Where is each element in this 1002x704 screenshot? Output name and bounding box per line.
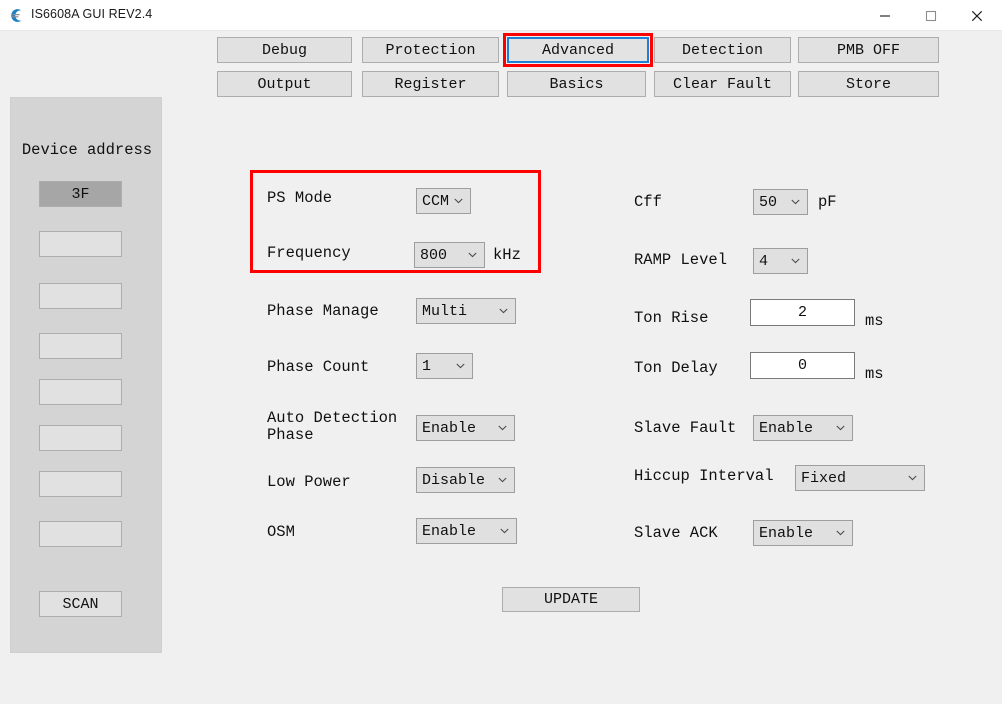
device-address-item-3[interactable] (39, 333, 122, 359)
label-ramp-level: RAMP Level (634, 251, 728, 269)
device-address-title: Device address (21, 141, 153, 159)
label-low-power: Low Power (267, 473, 351, 491)
device-address-item-6[interactable] (39, 471, 122, 497)
chevron-down-icon (464, 252, 480, 258)
title-bar: IS6608A GUI REV2.4 (0, 0, 1002, 31)
select-auto-detection-phase-value: Enable (422, 419, 477, 437)
select-osm-value: Enable (422, 522, 477, 540)
select-auto-detection-phase[interactable]: Enable (416, 415, 515, 441)
tab-clear-fault[interactable]: Clear Fault (654, 71, 791, 97)
close-button[interactable] (956, 0, 1002, 30)
label-slave-fault: Slave Fault (634, 419, 737, 437)
close-icon (971, 10, 983, 22)
device-address-sidebar: Device address 3F SCAN (10, 97, 162, 653)
device-address-item-4[interactable] (39, 379, 122, 405)
label-slave-ack: Slave ACK (634, 524, 718, 542)
label-ton-rise: Ton Rise (634, 309, 709, 327)
window-title: IS6608A GUI REV2.4 (31, 7, 153, 21)
select-cff[interactable]: 50 (753, 189, 808, 215)
select-ramp-level-value: 4 (759, 252, 769, 270)
chevron-down-icon (452, 363, 468, 369)
label-phase-manage: Phase Manage (267, 302, 379, 320)
select-hiccup-interval-value: Fixed (801, 469, 847, 487)
tab-basics[interactable]: Basics (507, 71, 646, 97)
label-auto-detection-phase: Auto Detection Phase (267, 409, 398, 444)
select-low-power[interactable]: Disable (416, 467, 515, 493)
label-ton-delay: Ton Delay (634, 359, 718, 377)
unit-ton-delay: ms (865, 365, 884, 383)
tab-detection[interactable]: Detection (654, 37, 791, 63)
input-ton-delay[interactable]: 0 (750, 352, 855, 379)
chevron-down-icon (832, 530, 848, 536)
tab-output[interactable]: Output (217, 71, 352, 97)
device-address-item-5[interactable] (39, 425, 122, 451)
select-hiccup-interval[interactable]: Fixed (795, 465, 925, 491)
scan-button[interactable]: SCAN (39, 591, 122, 617)
select-phase-manage[interactable]: Multi (416, 298, 516, 324)
chevron-down-icon (787, 258, 803, 264)
select-slave-fault-value: Enable (759, 419, 814, 437)
app-swoosh-icon (8, 7, 25, 24)
tab-register[interactable]: Register (362, 71, 499, 97)
select-phase-manage-value: Multi (422, 302, 468, 320)
minimize-icon (880, 15, 890, 17)
chevron-down-icon (495, 308, 511, 314)
select-phase-count-value: 1 (422, 357, 432, 375)
tab-advanced[interactable]: Advanced (507, 37, 649, 63)
chevron-down-icon (787, 199, 803, 205)
chevron-down-icon (494, 425, 510, 431)
chevron-down-icon (904, 475, 920, 481)
chevron-down-icon (494, 477, 510, 483)
device-address-item-2[interactable] (39, 283, 122, 309)
label-osm: OSM (267, 523, 295, 541)
select-slave-ack-value: Enable (759, 524, 814, 542)
tab-store[interactable]: Store (798, 71, 939, 97)
tab-pmb-off[interactable]: PMB OFF (798, 37, 939, 63)
minimize-button[interactable] (864, 0, 910, 30)
select-frequency[interactable]: 800 (414, 242, 485, 268)
select-osm[interactable]: Enable (416, 518, 517, 544)
chevron-down-icon (832, 425, 848, 431)
select-cff-value: 50 (759, 193, 778, 211)
input-ton-rise[interactable]: 2 (750, 299, 855, 326)
select-phase-count[interactable]: 1 (416, 353, 473, 379)
label-phase-count: Phase Count (267, 358, 370, 376)
device-address-item-7[interactable] (39, 521, 122, 547)
label-hiccup-interval: Hiccup Interval (634, 467, 774, 485)
unit-frequency: kHz (493, 246, 521, 264)
label-frequency: Frequency (267, 244, 351, 262)
tab-debug[interactable]: Debug (217, 37, 352, 63)
tab-protection[interactable]: Protection (362, 37, 499, 63)
select-slave-fault[interactable]: Enable (753, 415, 853, 441)
select-frequency-value: 800 (420, 246, 448, 264)
maximize-button[interactable] (910, 0, 956, 30)
label-cff: Cff (634, 193, 662, 211)
unit-ton-rise: ms (865, 312, 884, 330)
update-button[interactable]: UPDATE (502, 587, 640, 612)
select-low-power-value: Disable (422, 471, 486, 489)
chevron-down-icon (450, 198, 466, 204)
device-address-item-1[interactable] (39, 231, 122, 257)
unit-cff: pF (818, 193, 837, 211)
select-ramp-level[interactable]: 4 (753, 248, 808, 274)
select-ps-mode-value: CCM (422, 192, 450, 210)
select-ps-mode[interactable]: CCM (416, 188, 471, 214)
maximize-icon (925, 10, 937, 22)
chevron-down-icon (496, 528, 512, 534)
select-slave-ack[interactable]: Enable (753, 520, 853, 546)
label-ps-mode: PS Mode (267, 189, 333, 207)
device-address-item-0[interactable]: 3F (39, 181, 122, 207)
